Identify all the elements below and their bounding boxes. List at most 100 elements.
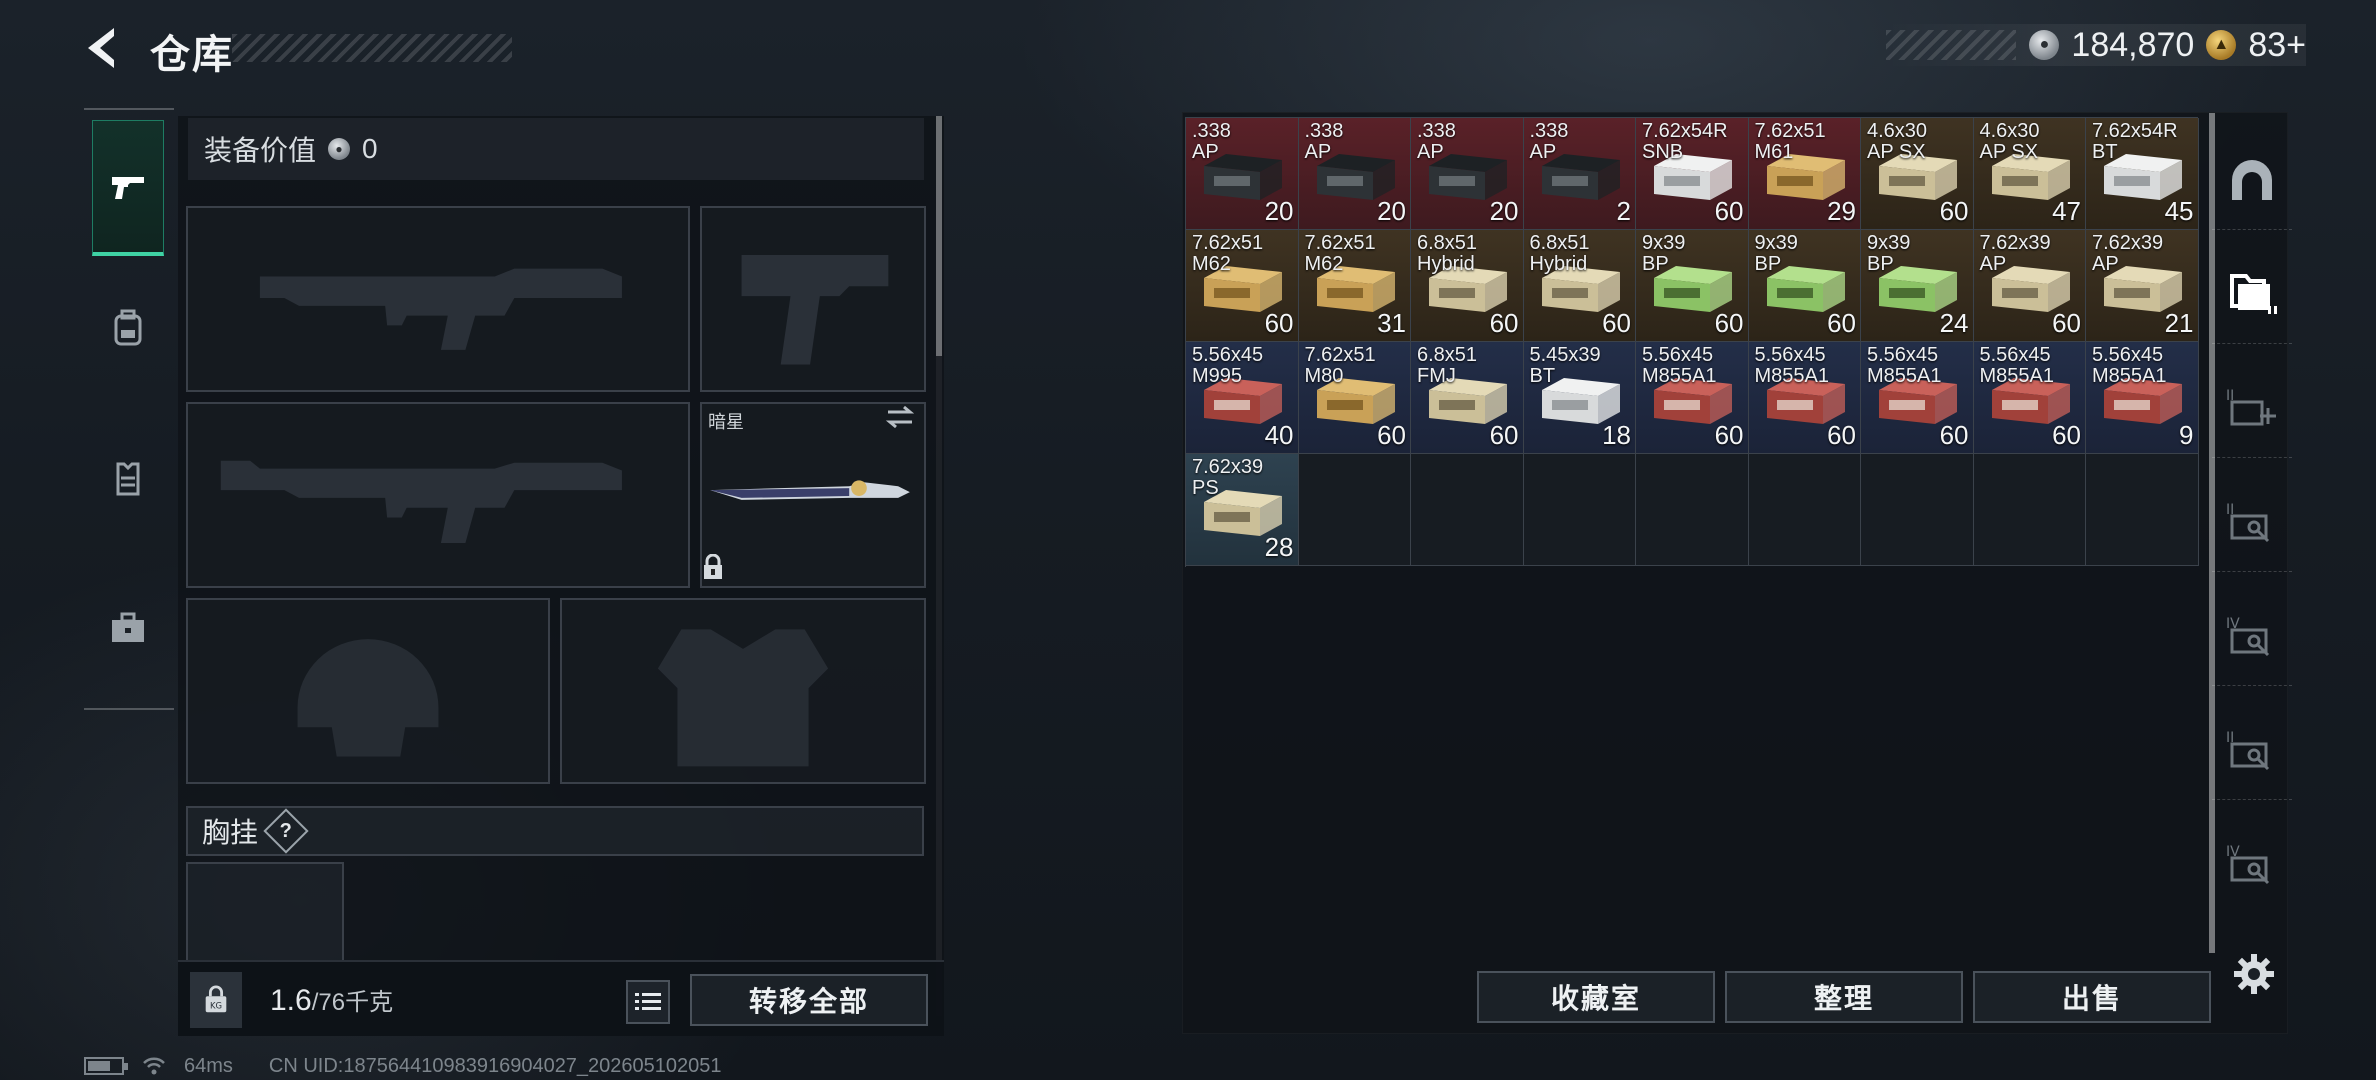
tab-weapons[interactable] [92, 120, 164, 256]
storage-item[interactable]: 5.56x45 M855A1 60 [1748, 342, 1861, 454]
storage-item[interactable]: 7.62x51 M62 31 [1298, 230, 1411, 342]
arch-icon [2232, 159, 2272, 200]
item-name: 5.56x45 M995 [1192, 344, 1264, 387]
storage-item[interactable]: 6.8x51 Hybrid 60 [1523, 230, 1636, 342]
storage-item[interactable]: 7.62x51 M80 60 [1298, 342, 1411, 454]
scrollbar-thumb[interactable] [936, 116, 942, 356]
help-button[interactable]: ? [263, 808, 309, 854]
rifle-silhouette-icon [220, 460, 622, 543]
armor-silhouette-icon [657, 629, 829, 767]
sell-button[interactable]: 出售 [1973, 971, 2211, 1023]
item-name: 9x39 BP [1754, 232, 1798, 275]
lock-icon [704, 554, 722, 579]
ping-text: 64ms [184, 1054, 233, 1077]
empty-storage-cell[interactable] [1298, 454, 1411, 566]
item-quantity: 60 [1489, 308, 1519, 338]
title-decoration [232, 34, 512, 62]
tab-storage-2[interactable]: II [2212, 472, 2292, 572]
item-name: 7.62x51 M80 [1304, 344, 1376, 387]
item-name: 7.62x39 PS [1192, 456, 1264, 499]
weight-display: 1.6/76千克 [270, 982, 393, 1018]
storage-item[interactable]: .338 AP 2 [1523, 118, 1636, 230]
storage-item[interactable]: 7.62x39 AP 21 [2086, 230, 2199, 342]
storage-item[interactable]: 7.62x39 AP 60 [1973, 230, 2086, 342]
tab-storage-2b[interactable]: II [2212, 700, 2292, 800]
storage-item[interactable]: 7.62x39 PS 28 [1186, 454, 1299, 566]
empty-storage-cell[interactable] [1748, 454, 1861, 566]
item-quantity: 9 [2179, 420, 2194, 450]
loadout-scrollbar[interactable] [936, 116, 942, 1016]
settings-gear-icon[interactable] [2232, 952, 2276, 996]
storage-item[interactable]: .338 AP 20 [1186, 118, 1299, 230]
item-quantity: 60 [1827, 420, 1856, 450]
item-name: 7.62x54R BT [2092, 120, 2178, 163]
equipment-value-label: 装备价值 [204, 135, 317, 166]
melee-slot[interactable]: 暗星 [700, 402, 926, 588]
item-name: 7.62x51 M62 [1192, 232, 1264, 275]
storage-item[interactable]: 7.62x51 M61 29 [1748, 118, 1861, 230]
primary-weapon-slot[interactable] [186, 206, 690, 392]
storage-item[interactable]: 5.56x45 M995 40 [1186, 342, 1299, 454]
storage-item[interactable]: 5.56x45 M855A1 60 [1973, 342, 2086, 454]
storage-item[interactable]: 4.6x30 AP SX 60 [1861, 118, 1974, 230]
tab-storage-folders[interactable] [2212, 244, 2292, 344]
empty-storage-cell[interactable] [1636, 454, 1749, 566]
storage-item[interactable]: .338 AP 20 [1298, 118, 1411, 230]
tab-personal-storage[interactable] [2212, 130, 2292, 230]
folder-icon [2230, 273, 2277, 314]
empty-storage-cell[interactable] [1523, 454, 1636, 566]
item-quantity: 60 [1939, 420, 1969, 450]
storage-item[interactable]: 9x39 BP 60 [1748, 230, 1861, 342]
armor-slot[interactable] [560, 598, 926, 784]
tab-storage-4[interactable]: IV [2212, 586, 2292, 686]
chest-rig-slot[interactable] [186, 862, 344, 962]
storage-item[interactable]: 5.56x45 M855A1 60 [1861, 342, 1974, 454]
case-icon: II [2226, 730, 2270, 770]
item-quantity: 60 [1602, 308, 1631, 338]
weight-capacity: /76千克 [311, 989, 394, 1016]
sort-button[interactable]: 整理 [1725, 971, 1963, 1023]
empty-storage-cell[interactable] [1973, 454, 2086, 566]
helmet-slot[interactable] [186, 598, 550, 784]
storage-item[interactable]: 5.56x45 M855A1 9 [2086, 342, 2199, 454]
transfer-all-button[interactable]: 转移全部 [690, 974, 928, 1026]
storage-item[interactable]: 5.56x45 M855A1 60 [1636, 342, 1749, 454]
storage-item[interactable]: 5.45x39 BT 18 [1523, 342, 1636, 454]
storage-item[interactable]: .338 AP 20 [1411, 118, 1524, 230]
empty-storage-cell[interactable] [2086, 454, 2199, 566]
currency-bar: ● 184,870 ▲ 83+ [1886, 24, 2306, 66]
storage-item[interactable]: 7.62x51 M62 60 [1186, 230, 1299, 342]
storage-item[interactable]: 7.62x54R SNB 60 [1636, 118, 1749, 230]
case-icon: II [2226, 502, 2270, 542]
tab-toolbox[interactable] [92, 560, 164, 696]
item-name: .338 AP [1417, 120, 1456, 163]
storage-item[interactable]: 4.6x30 AP SX 47 [1973, 118, 2086, 230]
case-icon: IV [2226, 844, 2270, 885]
storage-item[interactable]: 6.8x51 Hybrid 60 [1411, 230, 1524, 342]
storage-item[interactable]: 6.8x51 FMJ 60 [1411, 342, 1524, 454]
storage-item[interactable]: 9x39 BP 24 [1861, 230, 1974, 342]
tab-vest[interactable] [92, 410, 164, 546]
collection-room-button[interactable]: 收藏室 [1477, 971, 1715, 1023]
empty-storage-cell[interactable] [1411, 454, 1524, 566]
pistol-slot[interactable] [700, 206, 926, 392]
storage-item[interactable]: 9x39 BP 60 [1636, 230, 1749, 342]
item-name: 6.8x51 Hybrid [1417, 232, 1478, 275]
silver-coin-icon: ● [328, 138, 351, 160]
tab-storage-expand[interactable]: II [2212, 358, 2292, 458]
item-name: 6.8x51 Hybrid [1529, 232, 1590, 275]
backpack-icon [114, 309, 142, 346]
item-quantity: 60 [1264, 308, 1294, 338]
back-button[interactable] [80, 24, 128, 72]
item-name: 7.62x51 M62 [1304, 232, 1376, 275]
item-name: 5.56x45 M855A1 [1754, 344, 1830, 387]
rifle-silhouette-icon [259, 268, 622, 350]
storage-item[interactable]: 7.62x54R BT 45 [2086, 118, 2199, 230]
gold-coin-amount[interactable]: 83+ [2248, 26, 2306, 65]
tab-backpack[interactable] [92, 260, 164, 396]
empty-storage-cell[interactable] [1861, 454, 1974, 566]
item-name: 4.6x30 AP SX [1867, 120, 1928, 163]
list-view-button[interactable] [626, 980, 670, 1024]
tab-storage-4b[interactable]: IV [2212, 814, 2292, 914]
secondary-weapon-slot[interactable] [186, 402, 690, 588]
